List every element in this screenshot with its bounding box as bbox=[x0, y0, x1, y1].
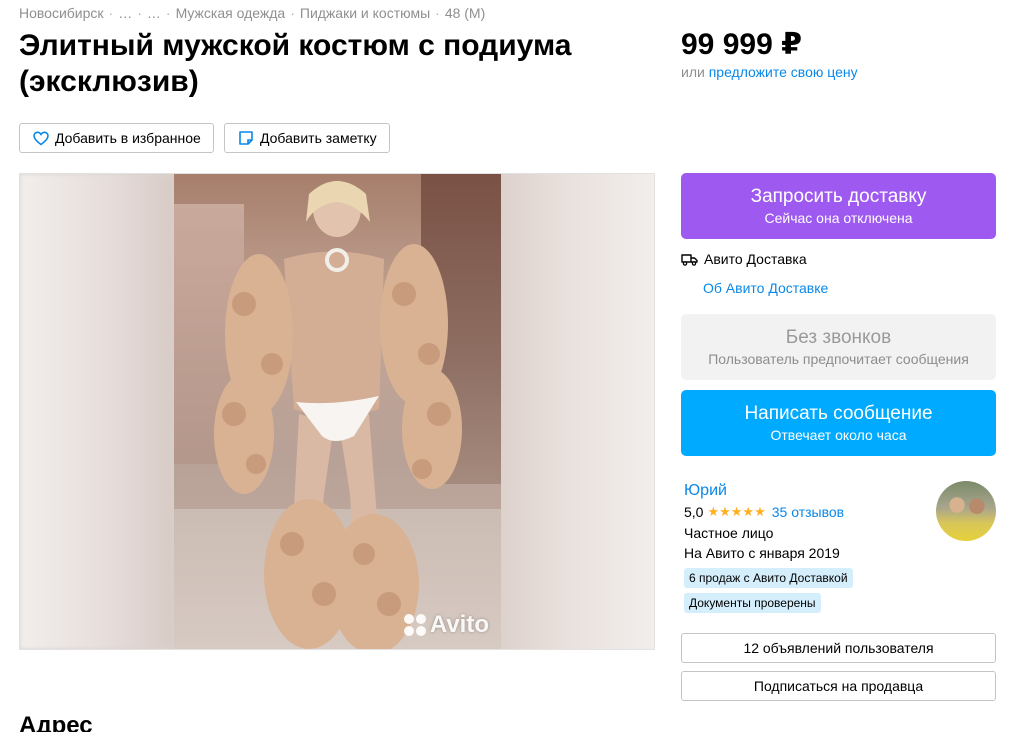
rating-stars-icon: ★★★★★ bbox=[707, 504, 766, 519]
breadcrumb-item[interactable]: 48 (M) bbox=[445, 5, 485, 21]
address-heading: Адрес bbox=[19, 712, 93, 732]
write-message-label: Написать сообщение bbox=[744, 402, 933, 424]
breadcrumb-item[interactable]: Пиджаки и костюмы bbox=[300, 5, 430, 21]
add-favorite-button[interactable]: Добавить в избранное bbox=[19, 123, 214, 153]
request-delivery-button[interactable]: Запросить доставку Сейчас она отключена bbox=[681, 173, 996, 239]
request-delivery-label: Запросить доставку bbox=[750, 185, 927, 207]
photo-gallery[interactable]: Avito bbox=[19, 173, 655, 650]
breadcrumb-item[interactable]: Новосибирск bbox=[19, 5, 104, 21]
breadcrumb: Новосибирск ·… ·… · Мужская одежда · Пиджаки и… bbox=[19, 5, 485, 21]
breadcrumb-item[interactable]: … bbox=[147, 5, 161, 21]
reviews-link[interactable]: 35 отзывов bbox=[772, 503, 844, 521]
breadcrumb-separator: · bbox=[108, 5, 114, 21]
no-calls-notice: Без звонков Пользователь предпочитает со… bbox=[681, 314, 996, 380]
seller-avatar[interactable] bbox=[936, 481, 996, 541]
breadcrumb-item[interactable]: … bbox=[118, 5, 132, 21]
write-message-button[interactable]: Написать сообщение Отвечает около часа bbox=[681, 390, 996, 456]
write-message-sub: Отвечает около часа bbox=[770, 426, 907, 443]
avito-watermark: Avito bbox=[403, 611, 489, 639]
no-calls-label: Без звонков bbox=[785, 326, 892, 348]
price-block: 99 999 ₽ или предложите свою цену bbox=[681, 28, 858, 80]
add-note-label: Добавить заметку bbox=[260, 130, 377, 146]
user-ads-button[interactable]: 12 объявлений пользователя bbox=[681, 633, 996, 663]
avito-logo-icon bbox=[403, 613, 427, 637]
avito-watermark-text: Avito bbox=[429, 611, 489, 638]
note-icon bbox=[239, 131, 253, 145]
offer-price-link[interactable]: предложите свою цену bbox=[709, 64, 858, 80]
gallery-blur-left bbox=[20, 174, 174, 649]
truck-icon bbox=[681, 253, 698, 266]
rating-value: 5,0 bbox=[684, 504, 704, 520]
subscribe-seller-button[interactable]: Подписаться на продавца bbox=[681, 671, 996, 701]
price-or-text: или bbox=[681, 64, 705, 80]
price-offer: или предложите свою цену bbox=[681, 64, 858, 80]
no-calls-sub: Пользователь предпочитает сообщения bbox=[708, 350, 969, 367]
delivery-sales-badge: 6 продаж с Авито Доставкой bbox=[684, 568, 853, 588]
add-favorite-label: Добавить в избранное bbox=[55, 130, 201, 146]
price: 99 999 ₽ bbox=[681, 28, 802, 61]
request-delivery-sub: Сейчас она отключена bbox=[764, 209, 913, 226]
model-figure bbox=[214, 181, 462, 649]
breadcrumb-separator: · bbox=[435, 5, 440, 21]
breadcrumb-separator: · bbox=[290, 5, 295, 21]
listing-photo[interactable]: Avito bbox=[174, 174, 501, 649]
avito-delivery-label: Авито Доставка bbox=[704, 251, 807, 267]
heart-icon bbox=[33, 130, 49, 145]
breadcrumb-separator: · bbox=[165, 5, 171, 21]
add-note-button[interactable]: Добавить заметку bbox=[224, 123, 390, 153]
avito-delivery-info: Авито Доставка bbox=[681, 251, 807, 267]
documents-verified-badge: Документы проверены bbox=[684, 593, 821, 613]
seller-since: На Авито с января 2019 bbox=[684, 545, 840, 561]
listing-title: Элитный мужской костюм с подиума (эксклю… bbox=[19, 29, 572, 98]
gallery-blur-right bbox=[500, 174, 654, 649]
about-delivery-link[interactable]: Об Авито Доставке bbox=[703, 280, 828, 296]
breadcrumb-item[interactable]: Мужская одежда bbox=[176, 5, 286, 21]
breadcrumb-separator: · bbox=[137, 5, 142, 21]
